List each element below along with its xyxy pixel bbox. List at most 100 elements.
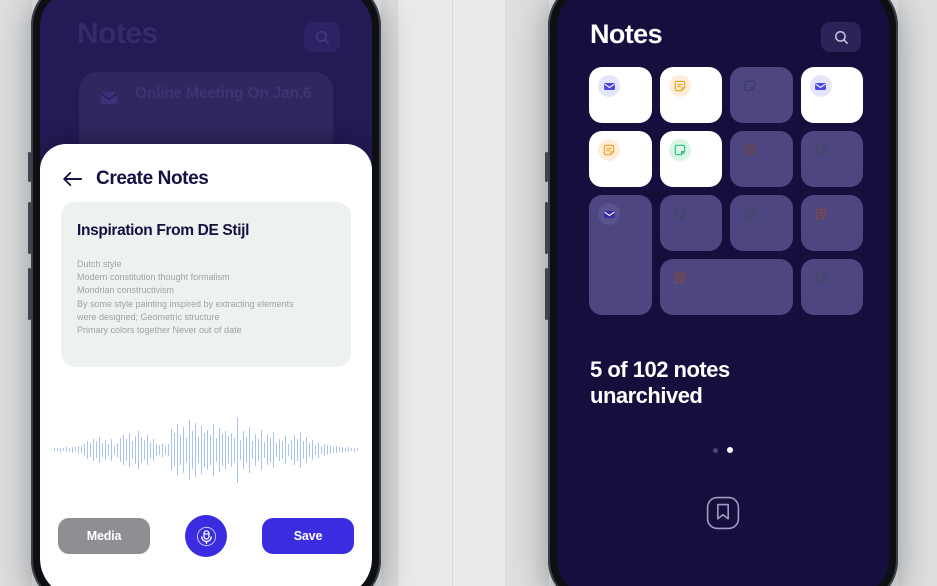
waveform-bar <box>167 443 170 456</box>
sheet-action-bar: Media Save <box>58 515 354 557</box>
silent-switch-right[interactable] <box>545 152 548 182</box>
note-tile[interactable] <box>659 131 722 187</box>
waveform-bar <box>89 442 92 457</box>
waveform-bar <box>263 441 266 458</box>
waveform-bar <box>260 429 263 470</box>
volume-down-button[interactable] <box>28 268 31 320</box>
waveform-bar <box>329 445 332 454</box>
waveform-bar <box>203 432 206 467</box>
note-tile[interactable] <box>800 67 863 123</box>
note-tile[interactable] <box>589 195 652 315</box>
note-tile[interactable] <box>659 67 722 123</box>
waveform-bar <box>107 443 110 456</box>
save-button[interactable]: Save <box>262 518 354 554</box>
waveform-bar <box>182 426 185 473</box>
waveform-bar <box>266 434 269 465</box>
envelope-icon <box>598 75 620 97</box>
right-phone-screen: Notes 5 of 102 notes unarchived <box>557 0 889 586</box>
waveform-bar <box>245 436 248 463</box>
note-tile[interactable] <box>800 131 863 187</box>
dim-search-button[interactable] <box>304 22 340 52</box>
waveform-bar <box>110 438 113 461</box>
envelope-icon <box>809 75 832 97</box>
waveform-bar <box>212 423 215 476</box>
volume-up-button-right[interactable] <box>545 202 548 254</box>
waveform-bar <box>344 447 347 452</box>
waveform-bar <box>149 441 152 458</box>
sticky-note-icon <box>810 203 832 225</box>
bookmark-button[interactable] <box>557 496 889 530</box>
note-tile[interactable] <box>589 131 652 187</box>
waveform-bar <box>227 435 230 464</box>
waveform-bar <box>173 433 176 466</box>
waveform-bar <box>224 430 227 469</box>
waveform-bar <box>338 447 341 452</box>
note-body-line: Primary colors together Never out of dat… <box>77 325 242 336</box>
pagination-dot[interactable] <box>727 447 733 453</box>
panel-seam-2 <box>452 0 453 586</box>
note-body-line: Modern constitution thought formalism <box>77 272 230 283</box>
gap-shade-b <box>505 0 549 586</box>
note-body-line: By some style painting inspired by extra… <box>77 298 294 309</box>
waveform-bar <box>179 434 182 465</box>
waveform-bar <box>155 443 158 456</box>
waveform-bar <box>80 446 83 453</box>
waveform-bar <box>236 416 239 483</box>
sheet-title: Create Notes <box>96 168 209 189</box>
notes-grid <box>589 67 863 315</box>
sticky-note-icon <box>815 208 826 220</box>
waveform-bar <box>59 447 62 452</box>
volume-down-button-right[interactable] <box>545 268 548 320</box>
waveform-bar <box>116 442 119 457</box>
waveform-bar <box>248 426 251 473</box>
waveform-bar <box>254 433 257 466</box>
note-tile[interactable] <box>659 259 793 315</box>
note-body-line: Mondrian constructivism <box>77 285 175 296</box>
note-body-line: Dutch style <box>77 259 122 269</box>
waveform-bar <box>134 435 137 464</box>
waveform-bar <box>206 429 209 470</box>
sheet-header: Create Notes <box>62 168 209 190</box>
waveform-bar <box>83 443 86 456</box>
sticky-note-icon <box>739 139 761 161</box>
waveform-bar <box>314 444 317 455</box>
waveform-bar <box>71 446 74 453</box>
waveform-bar <box>281 440 284 459</box>
note-tile[interactable] <box>730 131 793 187</box>
sticky-note-icon <box>674 272 685 284</box>
waveform-bar <box>125 438 128 461</box>
volume-up-button[interactable] <box>28 202 31 254</box>
note-tile[interactable] <box>730 195 793 251</box>
note-edit-icon <box>674 208 685 220</box>
waveform-bar <box>197 436 200 463</box>
waveform-bar <box>92 438 95 461</box>
waveform-bar <box>77 445 80 454</box>
pagination-dots[interactable] <box>557 447 889 453</box>
back-arrow-icon[interactable] <box>62 170 84 188</box>
note-tile[interactable] <box>800 259 863 315</box>
note-tile[interactable] <box>730 67 793 123</box>
waveform-bar <box>302 440 305 459</box>
note-tile[interactable] <box>589 67 652 123</box>
waveform-bar <box>299 431 302 468</box>
note-edit-icon <box>810 139 832 161</box>
note-editor-card[interactable]: Inspiration From DE Stijl Dutch style Mod… <box>61 202 351 367</box>
media-button[interactable]: Media <box>58 518 150 554</box>
sticky-note-icon <box>668 75 691 97</box>
record-mic-button[interactable] <box>185 515 227 557</box>
search-button[interactable] <box>821 22 861 52</box>
waveform-bar <box>86 440 89 459</box>
waveform-bar <box>56 448 59 451</box>
audio-waveform[interactable] <box>53 412 359 487</box>
note-tile[interactable] <box>800 195 863 251</box>
waveform-bar <box>242 430 245 469</box>
pagination-dot[interactable] <box>713 447 718 453</box>
status-line-1: 5 of 102 notes <box>590 357 730 382</box>
page-title: Notes <box>590 19 663 49</box>
sticky-note-icon <box>744 144 756 156</box>
waveform-bar <box>194 422 197 477</box>
waveform-bar <box>158 444 161 455</box>
note-tile[interactable] <box>659 195 722 251</box>
waveform-bar <box>233 437 236 462</box>
silent-switch[interactable] <box>28 152 31 182</box>
